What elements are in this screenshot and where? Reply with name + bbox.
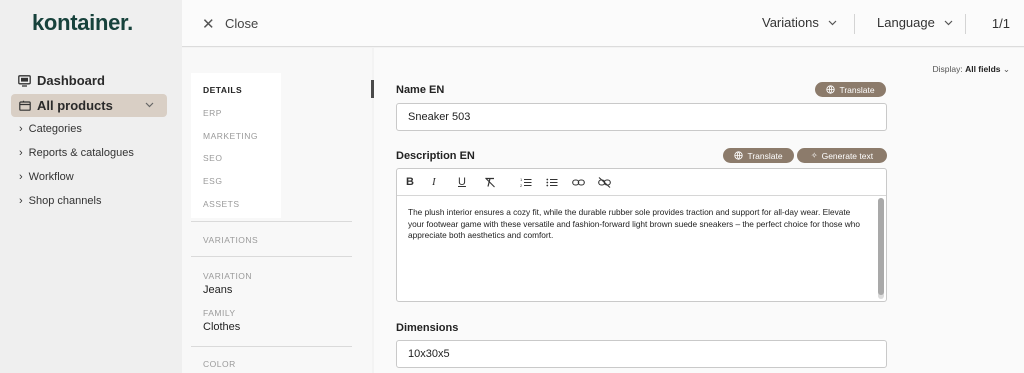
sidebar: kontainer. Dashboard All products › Cate… bbox=[0, 0, 182, 373]
name-label: Name EN bbox=[396, 84, 445, 96]
app-logo: kontainer. bbox=[32, 10, 133, 35]
nav-categories-label: Categories bbox=[28, 123, 82, 135]
translate-name-button[interactable]: Translate bbox=[815, 82, 886, 97]
bold-icon[interactable]: B bbox=[406, 176, 432, 188]
nav-workflow-label: Workflow bbox=[28, 171, 74, 183]
variation-label: VARIATION bbox=[203, 271, 253, 281]
chevron-down-icon bbox=[828, 20, 837, 26]
nav-reports[interactable]: › Reports & catalogues bbox=[19, 147, 134, 159]
nav-categories[interactable]: › Categories bbox=[19, 123, 82, 135]
translate-name-label: Translate bbox=[839, 84, 875, 95]
link-icon[interactable] bbox=[572, 177, 598, 188]
sparkle-icon: ✧ bbox=[810, 151, 818, 160]
editor-toolbar: B I U 12 bbox=[397, 169, 886, 196]
editor-scrollbar[interactable] bbox=[878, 198, 884, 299]
translate-description-label: Translate bbox=[747, 150, 783, 161]
chevron-right-icon: › bbox=[19, 195, 23, 207]
dimensions-input[interactable]: 10x30x5 bbox=[396, 340, 887, 368]
generate-text-button[interactable]: ✧ Generate text bbox=[797, 148, 887, 163]
nav-all-products[interactable]: All products bbox=[11, 94, 167, 117]
tab-esg[interactable]: ESG bbox=[203, 176, 222, 186]
language-dropdown-label: Language bbox=[877, 15, 935, 30]
nav-shop-channels-label: Shop channels bbox=[28, 195, 102, 207]
variations-dropdown[interactable]: Variations bbox=[762, 15, 838, 30]
nav-workflow[interactable]: › Workflow bbox=[19, 171, 74, 183]
color-label: COLOR bbox=[203, 359, 236, 369]
divider bbox=[191, 256, 352, 257]
pager: 1/1 bbox=[991, 16, 1010, 31]
nav-all-products-label: All products bbox=[37, 98, 113, 113]
description-editor[interactable]: B I U 12 The plush interior ensures a co… bbox=[396, 168, 887, 302]
chevron-right-icon: › bbox=[19, 147, 23, 159]
tab-details[interactable]: DETAILS bbox=[203, 85, 242, 95]
ordered-list-icon[interactable]: 12 bbox=[520, 177, 546, 188]
chevron-right-icon: › bbox=[19, 123, 23, 135]
clear-format-icon[interactable] bbox=[484, 177, 510, 188]
nav-dashboard[interactable]: Dashboard bbox=[18, 73, 105, 88]
svg-text:2: 2 bbox=[520, 183, 523, 188]
top-bar: ✕ Close Variations Language 1/1 bbox=[182, 0, 1024, 47]
tab-assets[interactable]: ASSETS bbox=[203, 199, 240, 209]
display-filter-prefix: Display: bbox=[932, 64, 966, 74]
chevron-down-icon bbox=[145, 102, 154, 108]
divider bbox=[191, 221, 352, 222]
nav-reports-label: Reports & catalogues bbox=[28, 147, 134, 159]
divider bbox=[191, 346, 352, 347]
italic-icon[interactable]: I bbox=[432, 176, 458, 188]
translate-description-button[interactable]: Translate bbox=[723, 148, 794, 163]
dimensions-label: Dimensions bbox=[396, 322, 459, 334]
nav-dashboard-label: Dashboard bbox=[37, 73, 105, 88]
tab-erp[interactable]: ERP bbox=[203, 108, 222, 118]
editor-scrollbar-thumb[interactable] bbox=[878, 198, 884, 295]
variation-value: Jeans bbox=[203, 284, 233, 296]
description-text[interactable]: The plush interior ensures a cozy fit, w… bbox=[408, 207, 868, 242]
globe-icon bbox=[734, 151, 744, 160]
tab-seo[interactable]: SEO bbox=[203, 153, 222, 163]
description-label: Description EN bbox=[396, 150, 475, 162]
generate-text-label: Generate text bbox=[821, 150, 874, 161]
svg-text:1: 1 bbox=[520, 177, 523, 182]
language-dropdown[interactable]: Language bbox=[877, 15, 954, 30]
monitor-icon bbox=[18, 74, 31, 87]
display-filter[interactable]: Display: All fields ⌄ bbox=[932, 64, 1010, 75]
tab-marketing[interactable]: MARKETING bbox=[203, 131, 258, 141]
divider bbox=[965, 14, 966, 34]
chevron-down-icon: ⌄ bbox=[1002, 64, 1010, 74]
underline-icon[interactable]: U bbox=[458, 176, 484, 188]
box-icon bbox=[19, 100, 31, 111]
chevron-right-icon: › bbox=[19, 171, 23, 183]
bullet-list-icon[interactable] bbox=[546, 177, 572, 188]
chevron-down-icon bbox=[944, 20, 953, 26]
globe-icon bbox=[826, 85, 836, 94]
family-value: Clothes bbox=[203, 321, 241, 333]
family-label: FAMILY bbox=[203, 308, 236, 318]
divider bbox=[854, 14, 855, 34]
variations-dropdown-label: Variations bbox=[762, 15, 819, 30]
name-input[interactable]: Sneaker 503 bbox=[396, 103, 887, 131]
nav-shop-channels[interactable]: › Shop channels bbox=[19, 195, 101, 207]
section-tabs: DETAILS ERP MARKETING SEO ESG ASSETS bbox=[191, 73, 281, 218]
display-filter-value: All fields bbox=[965, 64, 1001, 74]
unlink-icon[interactable] bbox=[598, 176, 624, 188]
close-icon[interactable]: ✕ bbox=[202, 15, 215, 33]
close-button[interactable]: Close bbox=[225, 16, 258, 31]
variations-heading[interactable]: VARIATIONS bbox=[203, 235, 258, 245]
